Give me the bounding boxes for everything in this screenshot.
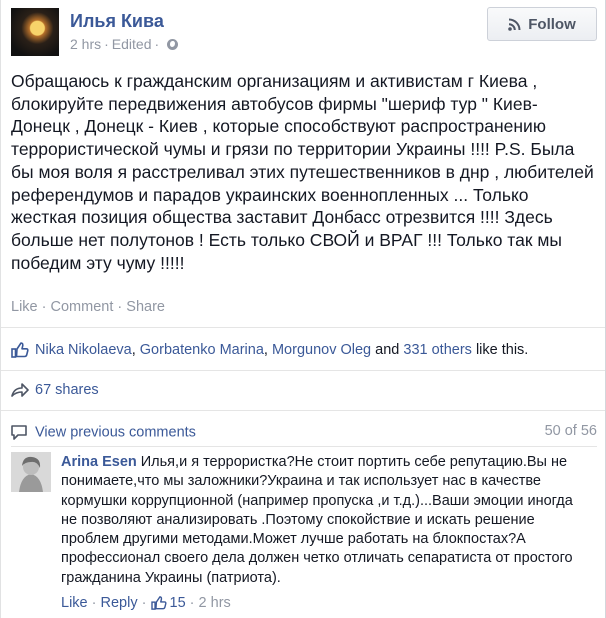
likes-others-link[interactable]: 331 others — [403, 342, 472, 358]
post-body: Обращаюсь к гражданским организациям и а… — [11, 71, 594, 273]
thumbs-up-icon — [150, 596, 167, 610]
commenter-name[interactable]: Arina Esen — [61, 454, 137, 470]
post-time[interactable]: 2 hrs — [70, 36, 101, 52]
share-link[interactable]: Share — [126, 299, 165, 315]
meta-separator: · — [154, 36, 160, 52]
comment-reply-link[interactable]: Reply — [101, 595, 138, 611]
action-separator: · — [91, 595, 97, 611]
action-separator: · — [117, 299, 123, 315]
share-arrow-icon — [11, 381, 31, 399]
divider — [1, 370, 605, 371]
comment-like-count[interactable]: 15 — [150, 595, 186, 611]
author-avatar[interactable] — [11, 8, 59, 56]
comment-time[interactable]: 2 hrs — [199, 595, 231, 611]
view-previous-comments-link[interactable]: View previous comments — [35, 425, 196, 441]
liker-link-3[interactable]: Morgunov Oleg — [272, 342, 371, 358]
action-separator: · — [141, 595, 147, 611]
post-header: Илья Кива 2 hrs · Edited · Follow — [11, 7, 597, 58]
divider — [11, 446, 597, 447]
divider — [1, 410, 605, 411]
rss-icon — [508, 18, 521, 31]
liker-comma: , — [263, 342, 268, 358]
edited-label[interactable]: Edited — [112, 36, 152, 52]
comment-likes-number: 15 — [169, 595, 186, 611]
comments-count: 50 of 56 — [544, 423, 597, 439]
comment-actions: Like · Reply · 15 · 2 hrs — [61, 595, 231, 611]
shares-link[interactable]: 67 shares — [35, 382, 99, 398]
post-actions: Like · Comment · Share — [11, 299, 165, 315]
likes-suffix: like this. — [475, 342, 529, 358]
comment-bubble-icon — [11, 423, 31, 441]
author-name[interactable]: Илья Кива — [70, 11, 164, 32]
comments-header: View previous comments 50 of 56 — [11, 423, 597, 441]
action-separator: · — [41, 299, 47, 315]
comment-body: Arina Esen Илья,и я террористка?Не стоит … — [61, 453, 591, 588]
like-link[interactable]: Like — [11, 299, 38, 315]
follow-label: Follow — [528, 15, 576, 33]
liker-comma: , — [131, 342, 136, 358]
liker-link-1[interactable]: Nika Nikolaeva — [35, 342, 132, 358]
post-card: Илья Кива 2 hrs · Edited · Follow Обращаюсь… — [0, 0, 606, 618]
commenter-avatar[interactable] — [11, 452, 51, 492]
follow-button[interactable]: Follow — [487, 7, 597, 41]
likes-summary: Nika Nikolaeva, Gorbatenko Marina, Morgu… — [11, 341, 528, 359]
post-meta: 2 hrs · Edited · — [70, 36, 179, 52]
action-separator: · — [189, 595, 195, 611]
globe-icon[interactable] — [167, 39, 179, 50]
shares-row: 67 shares — [11, 381, 99, 399]
divider — [1, 327, 605, 328]
meta-separator: · — [104, 36, 109, 52]
comment-text: Илья,и я террористка?Не стоит портить се… — [61, 454, 573, 586]
liker-link-2[interactable]: Gorbatenko Marina — [140, 342, 264, 358]
comment-like-link[interactable]: Like — [61, 595, 88, 611]
likes-and-text: and — [375, 342, 400, 358]
thumbs-up-icon — [11, 341, 31, 359]
comment-link[interactable]: Comment — [51, 299, 114, 315]
